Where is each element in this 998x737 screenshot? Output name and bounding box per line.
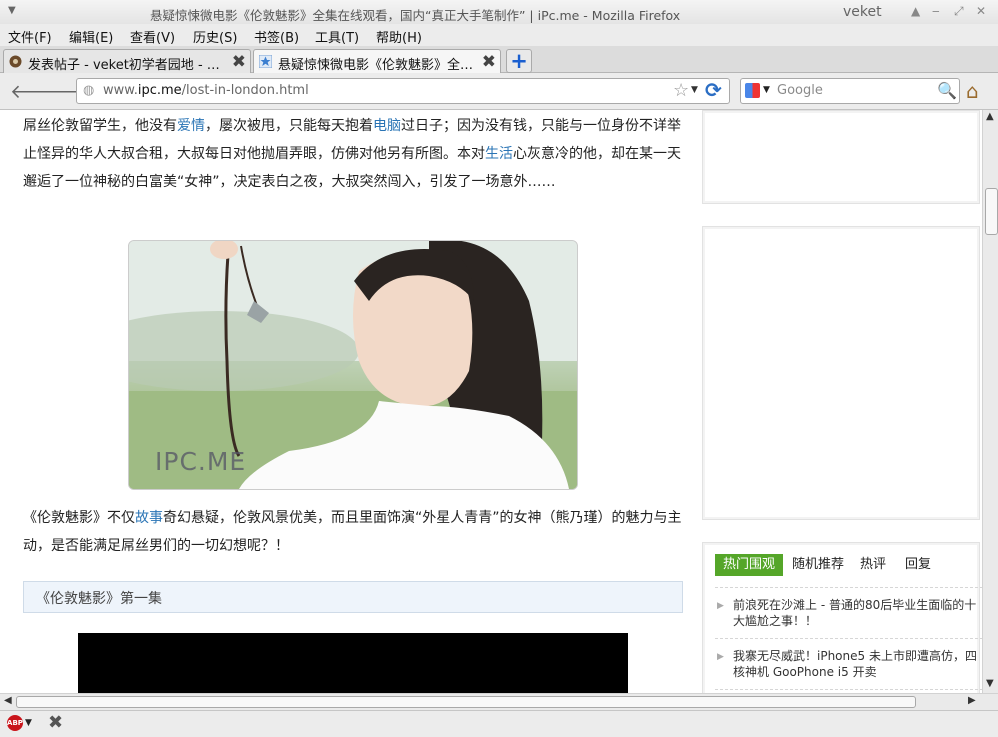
globe-icon: ◍ — [83, 83, 95, 98]
page-viewport: 屌丝伦敦留学生，他没有爱情，屡次被甩，只能每天抱着电脑过日子；因为没有钱，只能与… — [0, 110, 982, 693]
vertical-scrollbar[interactable]: ▲ ▼ — [982, 110, 998, 693]
reload-icon[interactable]: ⟳ — [705, 78, 722, 102]
tab-hot-comments[interactable]: 热评 — [860, 554, 886, 576]
tab-lost-in-london[interactable]: 悬疑惊悚微电影《伦敦魅影》全… ✖ — [253, 49, 501, 73]
window-titlebar: ▼ 悬疑惊悚微电影《伦敦魅影》全集在线观看，国内“真正大手笔制作” | iPc.… — [0, 0, 998, 24]
tab-bar: 发表帖子 - veket初学者园地 - … ✖ 悬疑惊悚微电影《伦敦魅影》全… … — [0, 46, 998, 73]
navigation-toolbar: 🡐 🡒 ◍ www.ipc.me/lost-in-london.html ☆ ▼… — [0, 73, 998, 110]
search-bar[interactable]: ▼ Google 🔍 — [740, 78, 960, 104]
menu-file[interactable]: 文件(F) — [8, 27, 52, 46]
tab-label: 发表帖子 - veket初学者园地 - … — [28, 58, 220, 73]
vertical-scroll-thumb[interactable] — [985, 188, 998, 235]
bullet-arrow-icon: ▶ — [717, 601, 724, 611]
window-title: 悬疑惊悚微电影《伦敦魅影》全集在线观看，国内“真正大手笔制作” | iPc.me… — [150, 8, 681, 23]
google-engine-icon[interactable] — [745, 83, 760, 98]
sidebar-ad-box — [702, 226, 980, 520]
engine-dropdown-icon[interactable]: ▼ — [763, 85, 770, 95]
menu-view[interactable]: 查看(V) — [130, 27, 175, 46]
menu-bookmarks[interactable]: 书签(B) — [254, 27, 299, 46]
link-life[interactable]: 生活 — [485, 146, 513, 162]
adblock-plus-icon[interactable]: ABP — [7, 715, 23, 731]
tab-hot[interactable]: 热门围观 — [715, 554, 784, 576]
scroll-left-icon[interactable]: ◀ — [4, 695, 12, 706]
article-paragraph-intro: 屌丝伦敦留学生，他没有爱情，屡次被甩，只能每天抱着电脑过日子；因为没有钱，只能与… — [23, 112, 685, 196]
search-input[interactable]: Google — [777, 83, 823, 98]
hot-item-title[interactable]: 前浪死在沙滩上 - 普通的80后毕业生面临的十大尴尬之事！！ — [733, 597, 982, 629]
link-story[interactable]: 故事 — [135, 510, 163, 526]
article-image[interactable]: IPC.ME — [128, 240, 578, 490]
search-icon[interactable]: 🔍 — [937, 81, 957, 100]
link-love[interactable]: 爱情 — [177, 118, 205, 134]
text-span: ，屡次被甩，只能每天抱着 — [205, 118, 373, 134]
image-watermark: IPC.ME — [155, 447, 247, 476]
article-paragraph-summary: 《伦敦魅影》不仅故事奇幻悬疑，伦敦风景优美，而且里面饰演“外星人青青”的女神（熊… — [23, 504, 685, 560]
site-favicon-icon — [9, 55, 22, 68]
episode-section-header: 《伦敦魅影》第一集 — [23, 581, 683, 613]
star-favicon-icon — [259, 55, 272, 68]
menu-tools[interactable]: 工具(T) — [315, 27, 359, 46]
horizontal-scroll-thumb[interactable] — [16, 696, 916, 708]
menu-history[interactable]: 历史(S) — [193, 27, 237, 46]
window-maximize-icon[interactable]: ⤢ — [954, 4, 964, 19]
tab-replies[interactable]: 回复 — [905, 554, 931, 576]
window-menu-icon[interactable]: ▼ — [8, 5, 16, 16]
text-span: 屌丝伦敦留学生，他没有 — [23, 118, 177, 134]
divider — [715, 689, 982, 690]
close-icon[interactable]: ✖ — [48, 712, 63, 733]
address-url: www.ipc.me/lost-in-london.html — [103, 83, 309, 98]
bullet-arrow-icon: ▶ — [717, 652, 724, 662]
adblock-dropdown-icon[interactable]: ▼ — [25, 718, 32, 728]
menu-help[interactable]: 帮助(H) — [376, 27, 422, 46]
window-close-icon[interactable]: ✕ — [976, 4, 986, 18]
menu-edit[interactable]: 编辑(E) — [69, 27, 113, 46]
divider — [715, 638, 982, 639]
episode-title: 《伦敦魅影》第一集 — [36, 591, 162, 607]
video-player[interactable] — [78, 633, 628, 693]
history-dropdown-icon[interactable]: ▼ — [691, 85, 698, 95]
tab-close-icon[interactable]: ✖ — [232, 52, 246, 72]
menu-bar: 文件(F) 编辑(E) 查看(V) 历史(S) 书签(B) 工具(T) 帮助(H… — [0, 24, 998, 46]
tab-close-icon[interactable]: ✖ — [482, 52, 496, 72]
window-minimize-icon[interactable]: ‒ — [932, 4, 940, 18]
scroll-right-icon[interactable]: ▶ — [968, 695, 976, 706]
window-shade-icon[interactable]: ▲ — [911, 4, 920, 18]
status-bar: ABP ▼ ✖ — [0, 710, 998, 737]
tab-random[interactable]: 随机推荐 — [792, 554, 844, 576]
scroll-up-icon[interactable]: ▲ — [986, 111, 994, 122]
home-icon[interactable]: ⌂ — [966, 79, 979, 103]
divider — [715, 587, 982, 588]
sidebar-widget-top — [702, 110, 980, 204]
bookmark-star-icon[interactable]: ☆ — [673, 80, 689, 101]
tab-post-thread[interactable]: 发表帖子 - veket初学者园地 - … ✖ — [3, 49, 251, 73]
new-tab-button[interactable]: + — [506, 49, 532, 73]
window-user-label: veket — [843, 4, 882, 20]
hot-item-title[interactable]: 我寨无尽威武！iPhone5 未上市即遭高仿，四核神机 GooPhone i5 … — [733, 648, 982, 680]
tab-label: 悬疑惊悚微电影《伦敦魅影》全… — [278, 58, 474, 73]
address-bar[interactable]: ◍ www.ipc.me/lost-in-london.html ☆ ▼ ⟳ — [76, 78, 730, 104]
link-computer[interactable]: 电脑 — [373, 118, 401, 134]
text-span: 《伦敦魅影》不仅 — [23, 510, 135, 526]
horizontal-scrollbar[interactable]: ◀ ▶ — [0, 693, 998, 710]
scroll-down-icon[interactable]: ▼ — [986, 678, 994, 689]
